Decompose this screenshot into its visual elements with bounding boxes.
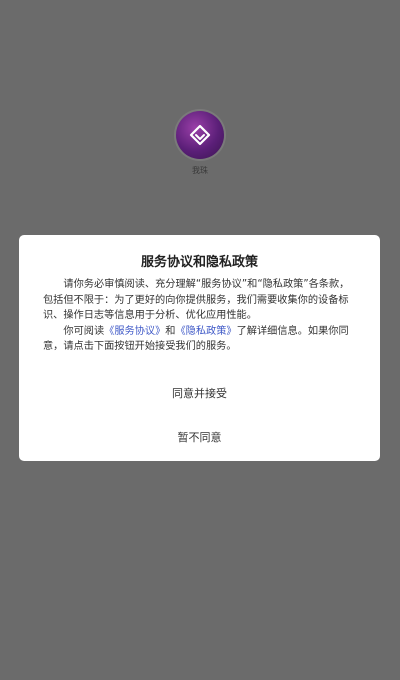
paragraph-2-prefix: 你可阅读	[63, 325, 105, 337]
diamond-logo-icon	[189, 124, 211, 146]
app-name: 我珠	[192, 166, 208, 175]
agree-button[interactable]: 同意并接受	[19, 385, 380, 401]
dialog-body: 请你务必审慎阅读、充分理解“服务协议”和“隐私政策”各条款，包括但不限于：为了更…	[43, 277, 359, 355]
dialog-title: 服务协议和隐私政策	[140, 255, 258, 270]
privacy-policy-link[interactable]: 《隐私政策》	[175, 326, 236, 337]
privacy-dialog: 服务协议和隐私政策 请你务必审慎阅读、充分理解“服务协议”和“隐私政策”各条款，…	[19, 235, 380, 461]
and-text: 和	[165, 325, 176, 337]
dialog-paragraph-2: 你可阅读《服务协议》和《隐私政策》了解详细信息。如果你同意，请点击下面按钮开始接…	[43, 324, 359, 355]
service-agreement-link[interactable]: 《服务协议》	[104, 326, 165, 337]
disagree-button[interactable]: 暂不同意	[19, 429, 380, 445]
app-logo	[176, 111, 224, 159]
dialog-paragraph-1: 请你务必审慎阅读、充分理解“服务协议”和“隐私政策”各条款，包括但不限于：为了更…	[43, 279, 350, 321]
